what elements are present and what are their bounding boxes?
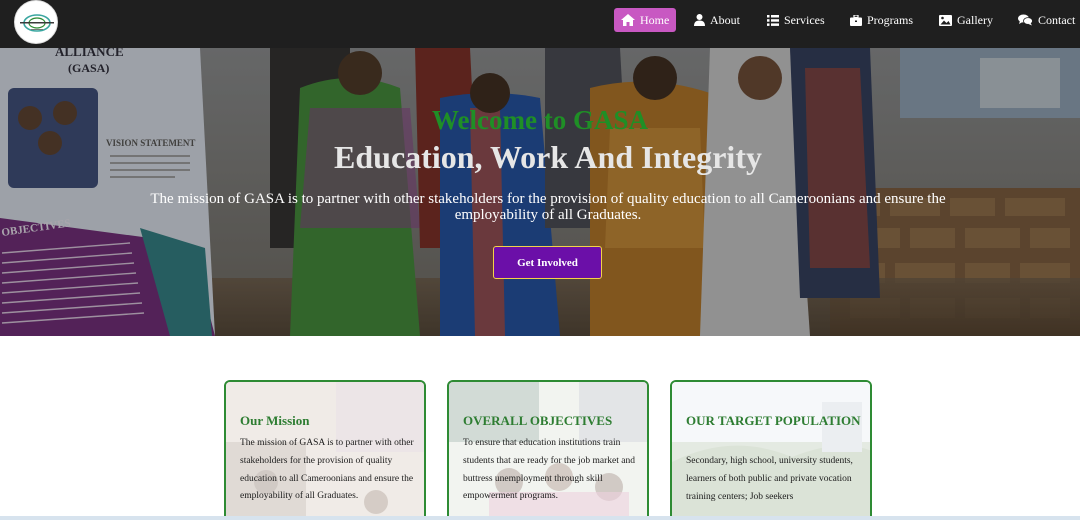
hero-mission-text: The mission of GASA is to partner with o… xyxy=(150,191,946,223)
mission-card-title: Our Mission xyxy=(240,413,310,428)
nav-about[interactable]: About xyxy=(694,8,740,32)
gasa-logo-icon[interactable] xyxy=(14,0,58,44)
nav-home-label: Home xyxy=(640,12,670,27)
nav-home[interactable]: Home xyxy=(614,8,677,32)
nav-services-label: Services xyxy=(784,12,825,27)
objectives-card-title: OVERALL OBJECTIVES xyxy=(463,413,613,428)
objectives-card: OVERALL OBJECTIVES To ensure that educat… xyxy=(447,380,649,520)
target-card-title: OUR TARGET POPULATION xyxy=(686,413,861,428)
nav-contact-label: Contact xyxy=(1038,12,1076,27)
get-involved-button[interactable]: Get Involved xyxy=(493,246,602,279)
mission-card-text: The mission of GASA is to partner with o… xyxy=(240,438,414,502)
objectives-card-text: To ensure that education institutions tr… xyxy=(463,438,635,502)
hero-section: ALLIANCE (GASA) VISION STATEMENT OBJECTI… xyxy=(0,48,1080,336)
hero-title: Education, Work And Integrity xyxy=(334,139,762,175)
image-icon xyxy=(939,14,952,26)
chat-icon xyxy=(1018,14,1033,26)
target-card-text: Secondary, high school, university stude… xyxy=(686,456,853,502)
nav-services[interactable]: Services xyxy=(767,8,825,32)
list-icon xyxy=(767,14,779,26)
nav-gallery[interactable]: Gallery xyxy=(939,8,993,32)
home-icon xyxy=(621,14,635,26)
nav-about-label: About xyxy=(710,12,740,27)
user-icon xyxy=(694,14,705,26)
target-population-card: OUR TARGET POPULATION Secondary, high sc… xyxy=(670,380,872,520)
briefcase-icon xyxy=(850,14,862,26)
nav-programs[interactable]: Programs xyxy=(850,8,913,32)
nav-gallery-label: Gallery xyxy=(957,12,993,27)
mission-card: Our Mission The mission of GASA is to pa… xyxy=(224,380,426,520)
hero-welcome: Welcome to GASA xyxy=(432,105,648,135)
page-bottom-strip xyxy=(0,516,1080,520)
nav-programs-label: Programs xyxy=(867,12,913,27)
nav-contact[interactable]: Contact xyxy=(1018,8,1075,32)
top-navbar: Home About Services Programs Gallery Con… xyxy=(0,0,1080,48)
